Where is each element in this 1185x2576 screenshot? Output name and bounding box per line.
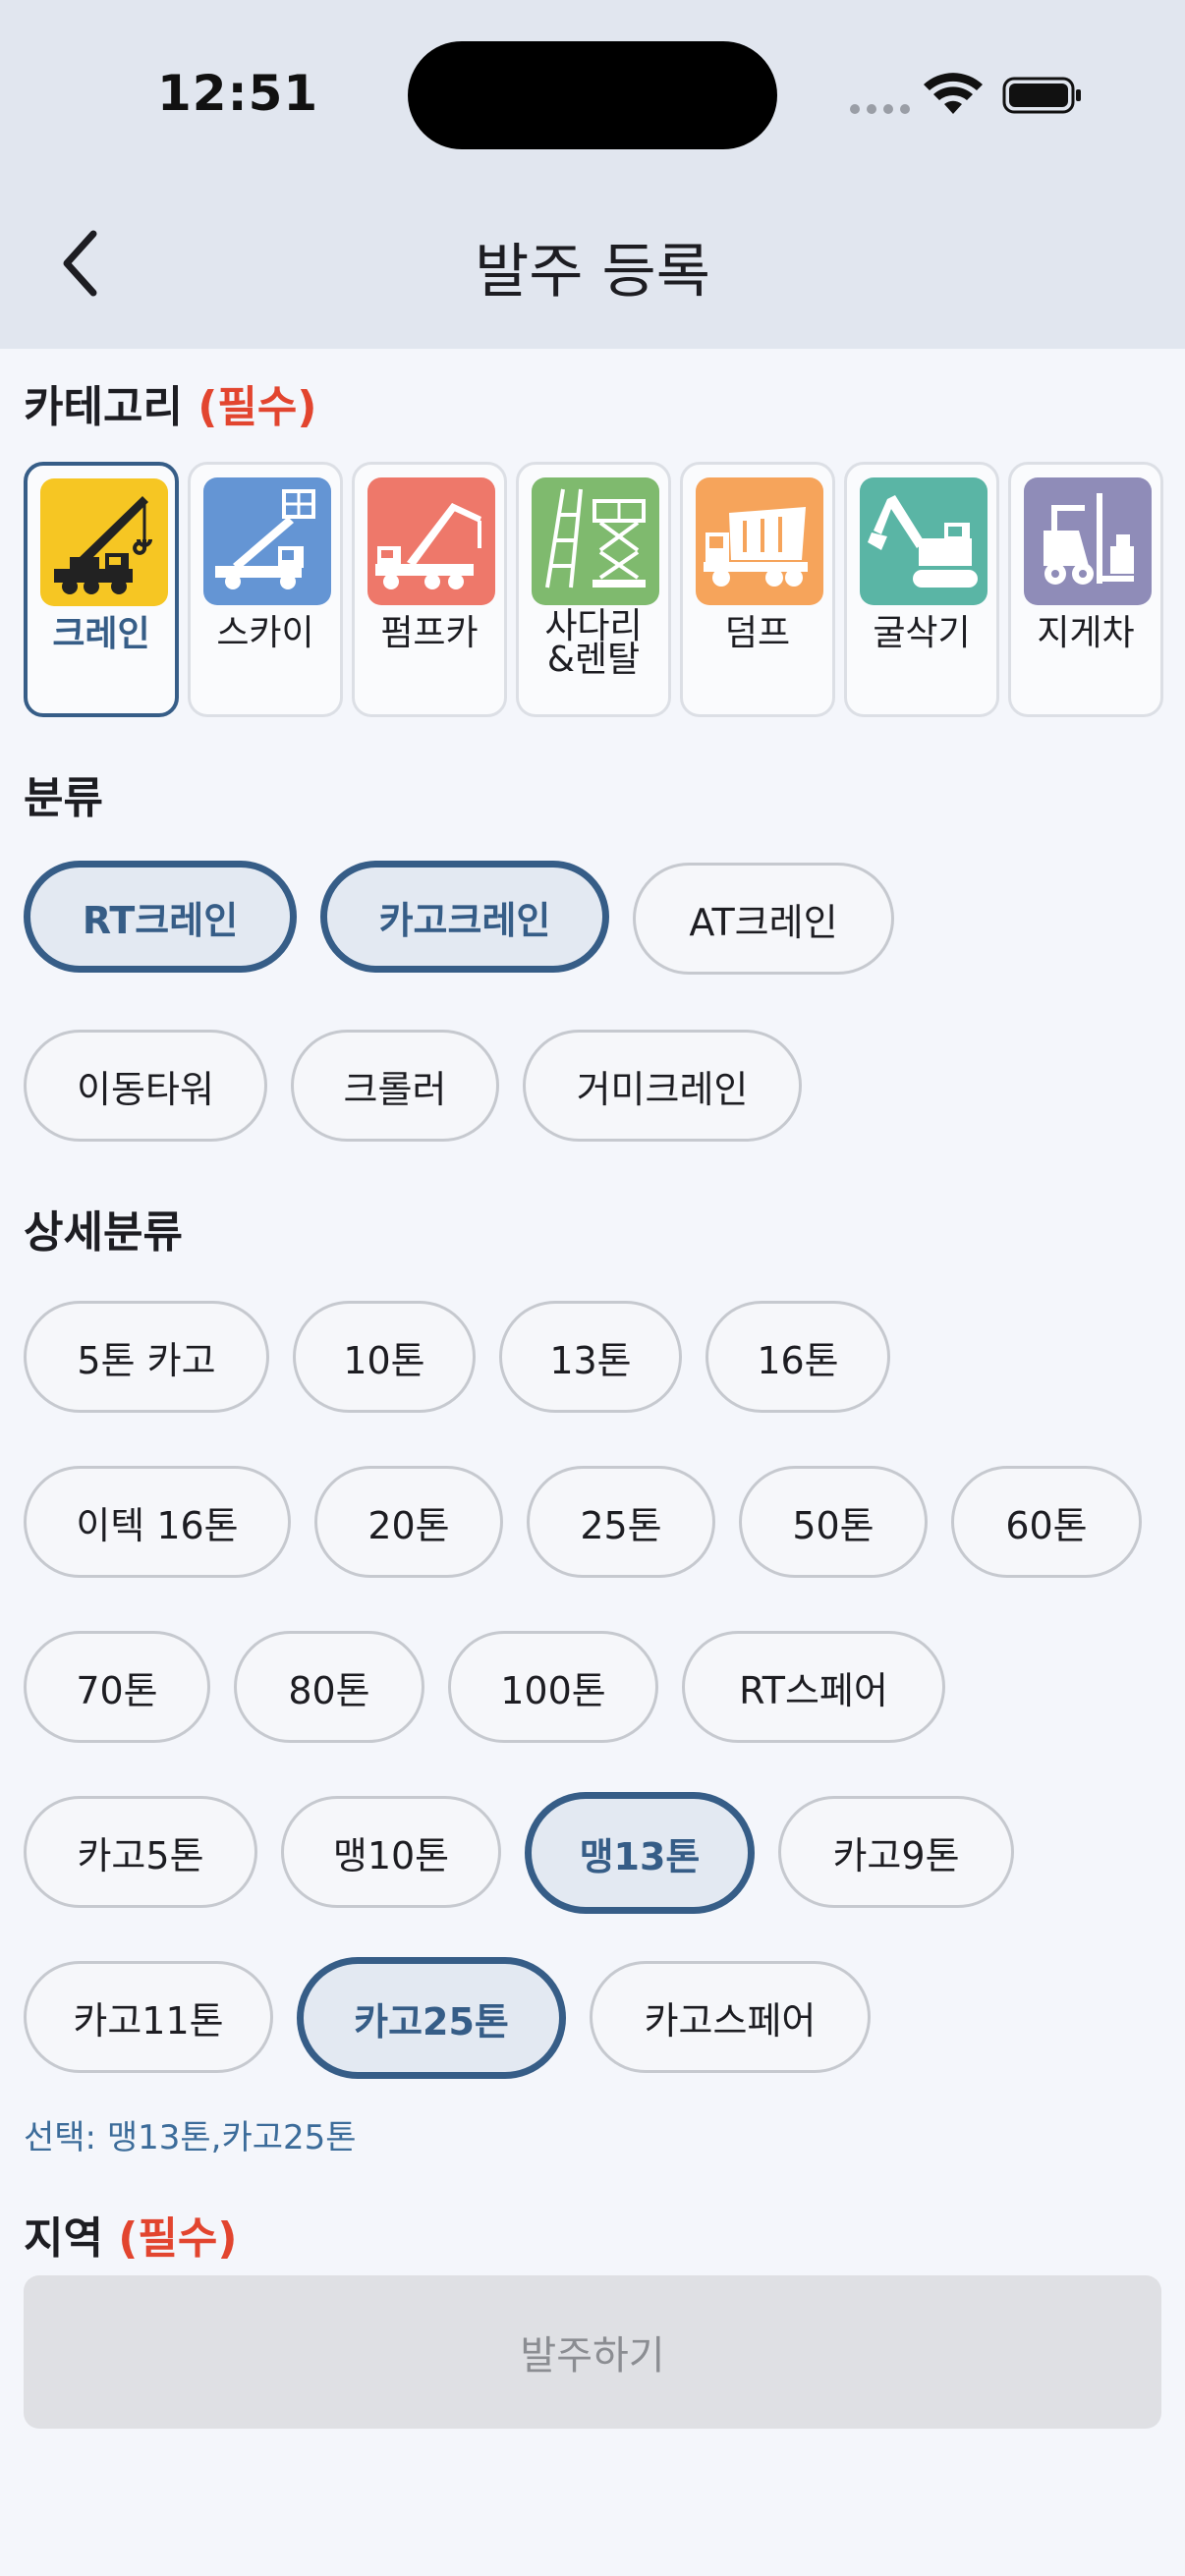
page-title: 발주 등록	[475, 238, 710, 307]
dynamic-island	[408, 41, 777, 149]
category-forklift[interactable]: 지게차	[1008, 462, 1163, 717]
pump-truck-icon	[367, 477, 495, 605]
chip-detail[interactable]: 이텍 16톤	[24, 1466, 291, 1578]
required-marker: (필수)	[198, 382, 317, 432]
chip-detail[interactable]: 카고스페어	[590, 1961, 871, 2073]
order-submit-button[interactable]: 발주하기	[24, 2275, 1161, 2429]
chip-detail[interactable]: 50톤	[739, 1466, 928, 1578]
chip-crawler[interactable]: 크롤러	[291, 1030, 499, 1142]
category-label: 사다리 &렌탈	[544, 606, 643, 680]
forklift-icon	[1024, 477, 1152, 605]
category-crane[interactable]: 크레인	[24, 462, 179, 717]
category-label: 덤프	[724, 613, 791, 653]
chip-detail[interactable]: 70톤	[24, 1631, 210, 1743]
status-icons	[847, 73, 1083, 116]
chip-detail[interactable]: 13톤	[499, 1301, 682, 1413]
category-ladder-rental[interactable]: 사다리 &렌탈	[516, 462, 671, 717]
category-title-text: 카테고리	[24, 382, 183, 432]
chip-detail[interactable]: 카고9톤	[778, 1796, 1014, 1908]
selection-summary: 선택: 맹13톤,카고25톤	[24, 2118, 357, 2157]
crane-icon	[40, 478, 168, 606]
chip-detail[interactable]: 10톤	[293, 1301, 476, 1413]
chip-rt-crane[interactable]: RT크레인	[24, 861, 297, 973]
category-sky[interactable]: 스카이	[188, 462, 343, 717]
category-pump-car[interactable]: 펌프카	[352, 462, 507, 717]
category-label: 크레인	[52, 614, 150, 654]
excavator-icon	[860, 477, 988, 605]
wifi-icon	[924, 73, 983, 114]
battery-icon	[1002, 77, 1081, 114]
dump-truck-icon	[696, 477, 823, 605]
chip-mobile-tower[interactable]: 이동타워	[24, 1030, 267, 1142]
chip-cargo-crane[interactable]: 카고크레인	[320, 861, 609, 973]
header: 12:51 발주 등록	[0, 0, 1185, 349]
category-label: 지게차	[1037, 613, 1135, 653]
category-excavator[interactable]: 굴삭기	[844, 462, 999, 717]
classification-title: 분류	[24, 773, 103, 823]
chip-detail[interactable]: 60톤	[951, 1466, 1142, 1578]
chip-detail[interactable]: 16톤	[705, 1301, 890, 1413]
category-list: 크레인 스카이 펌프카 사다리 &렌탈 덤프 굴삭기 지게차	[24, 462, 1163, 721]
chip-detail[interactable]: 5톤 카고	[24, 1301, 269, 1413]
signal-icon	[850, 104, 910, 114]
chip-at-crane[interactable]: AT크레인	[633, 863, 894, 975]
sky-lift-truck-icon	[203, 477, 331, 605]
chip-detail[interactable]: 카고11톤	[24, 1961, 273, 2073]
region-title: 지역 (필수)	[24, 2203, 237, 2266]
chip-detail[interactable]: 80톤	[234, 1631, 424, 1743]
chip-detail[interactable]: 카고5톤	[24, 1796, 257, 1908]
chip-detail[interactable]: 맹13톤	[525, 1792, 755, 1914]
category-label: 굴삭기	[873, 613, 971, 653]
detail-title: 상세분류	[24, 1207, 183, 1258]
chip-detail[interactable]: 100톤	[448, 1631, 658, 1743]
chip-spider-crane[interactable]: 거미크레인	[523, 1030, 802, 1142]
status-time: 12:51	[157, 65, 319, 122]
chip-detail[interactable]: 25톤	[527, 1466, 715, 1578]
region-title-text: 지역	[24, 2213, 103, 2264]
chip-detail[interactable]: 카고25톤	[297, 1957, 566, 2079]
category-label: 펌프카	[380, 613, 479, 653]
category-label: 스카이	[216, 613, 314, 653]
category-dump[interactable]: 덤프	[680, 462, 835, 717]
required-marker: (필수)	[118, 2213, 238, 2264]
chip-detail[interactable]: 20톤	[314, 1466, 503, 1578]
chip-detail[interactable]: 맹10톤	[281, 1796, 501, 1908]
chip-detail[interactable]: RT스페어	[682, 1631, 945, 1743]
category-title: 카테고리 (필수)	[24, 371, 316, 434]
ladder-scissor-lift-icon	[532, 477, 659, 605]
